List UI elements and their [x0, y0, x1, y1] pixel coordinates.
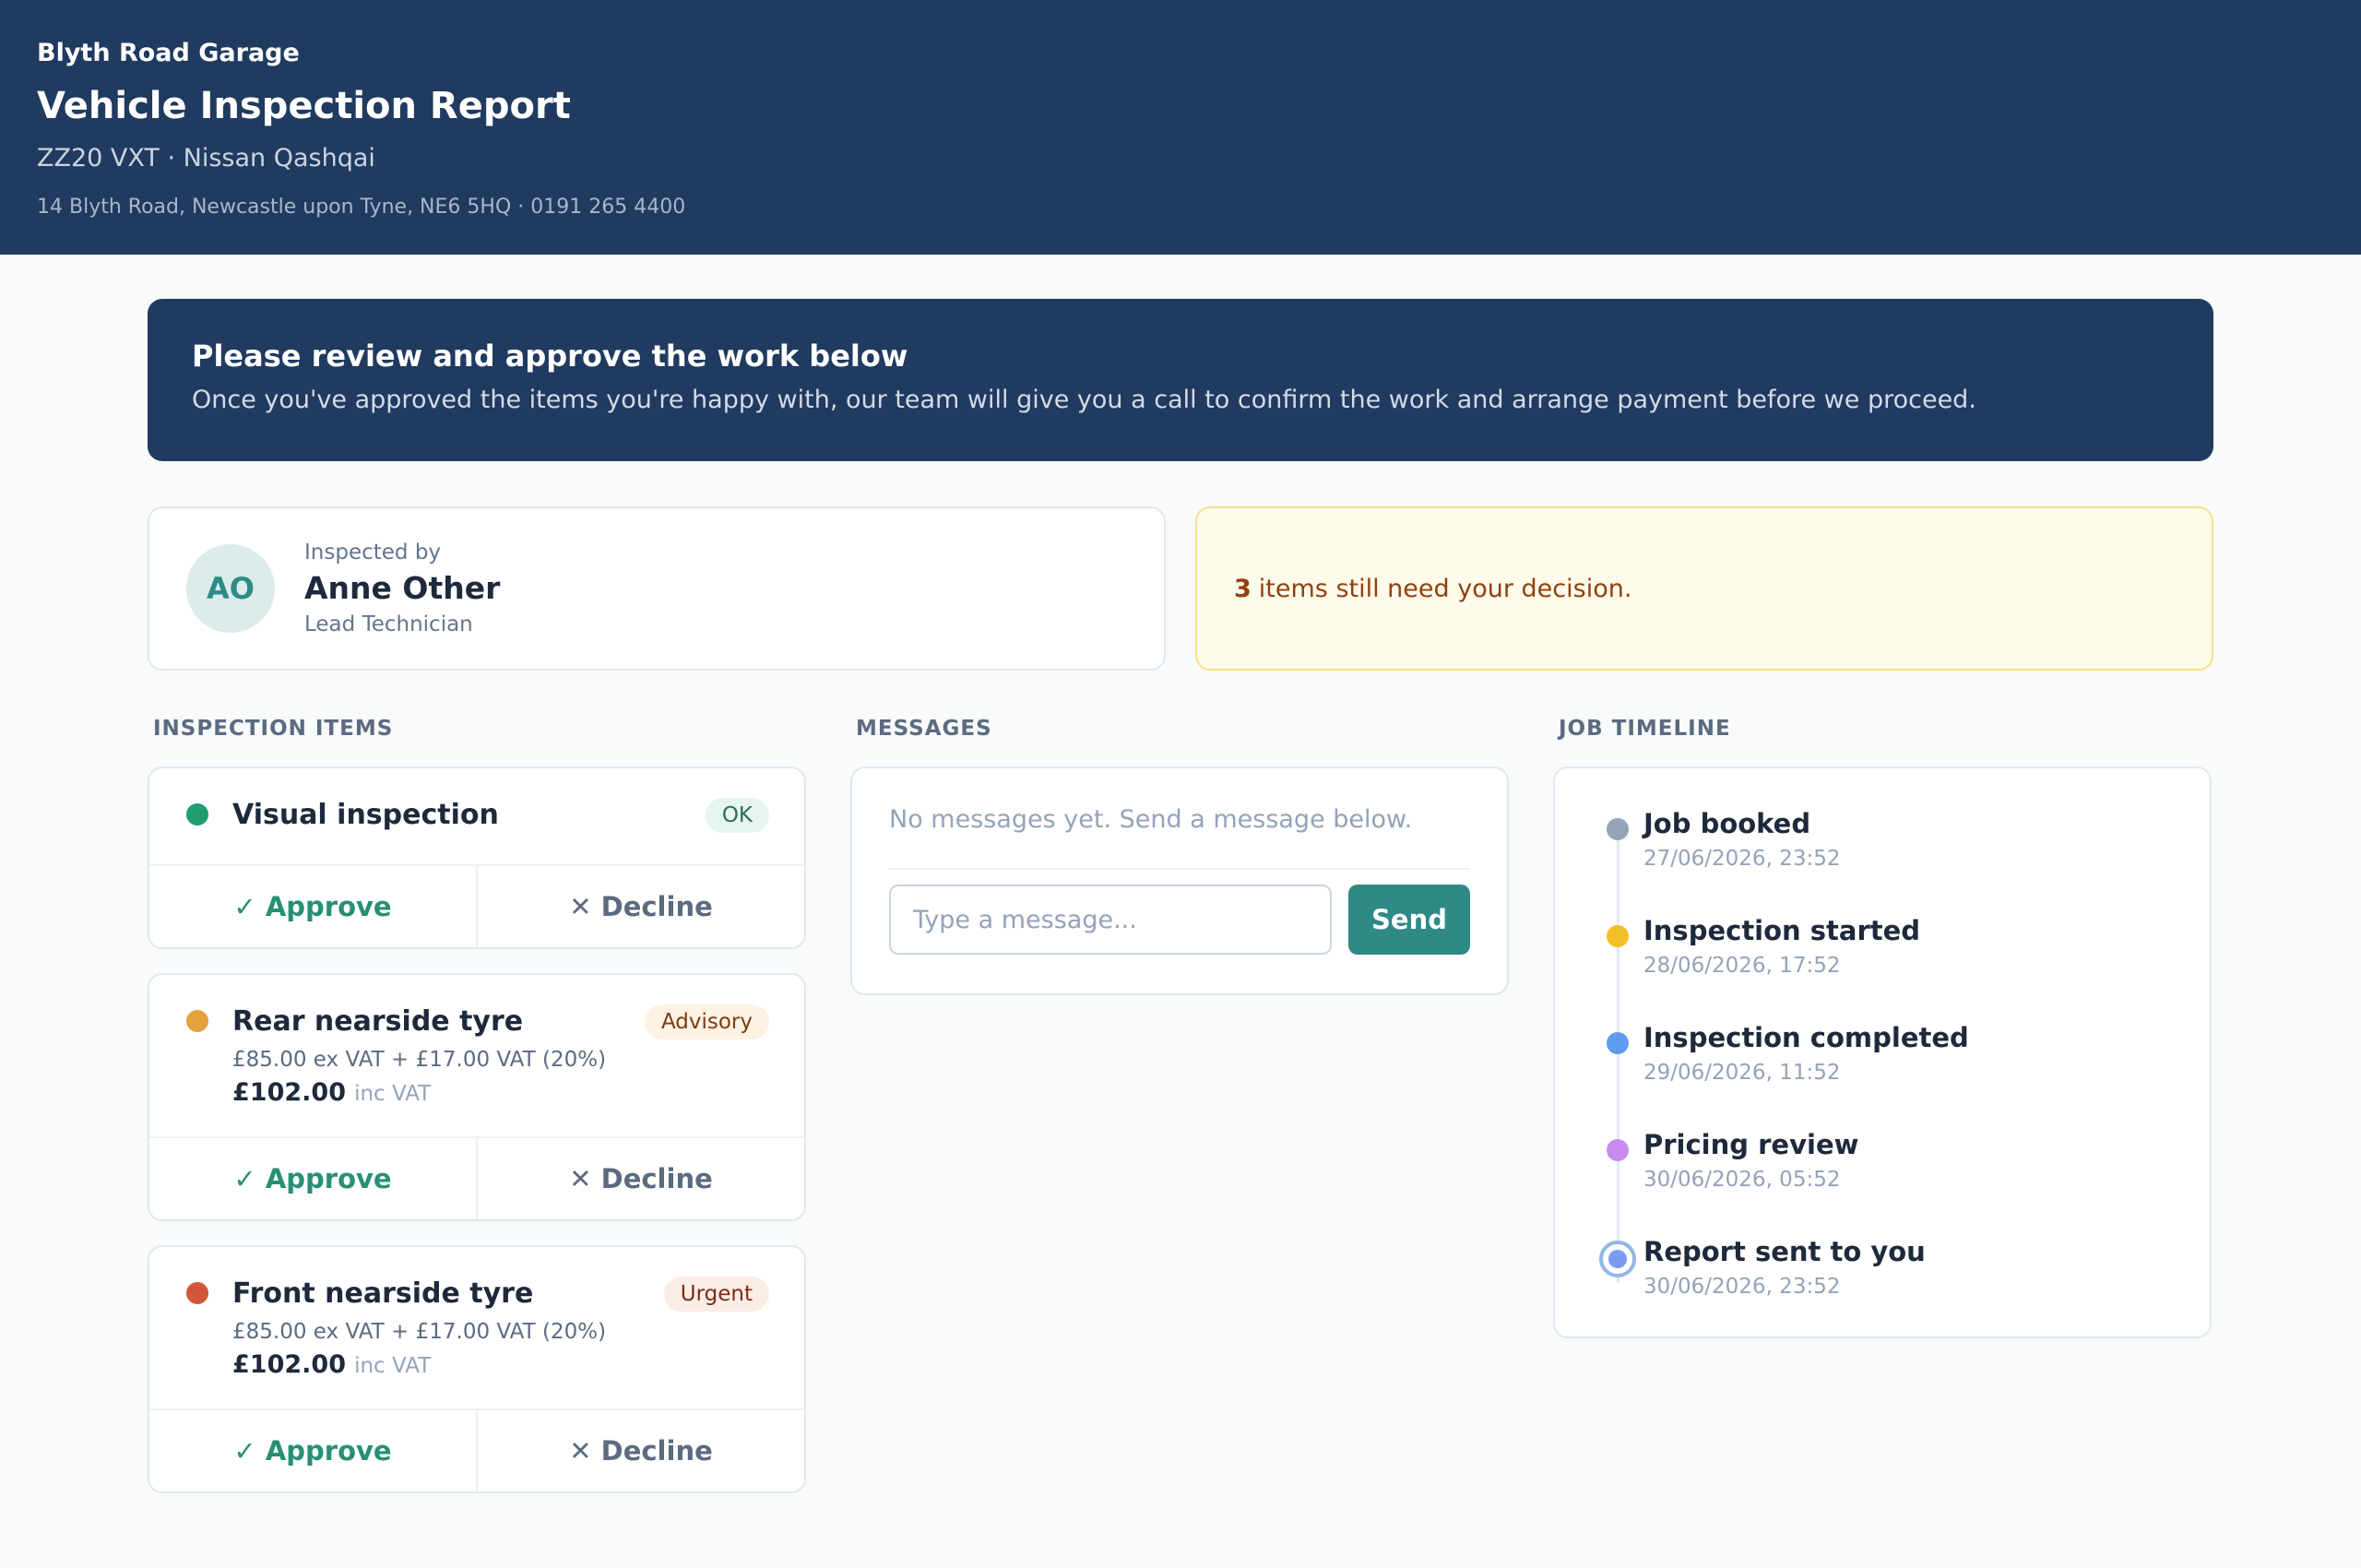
price-suffix: inc VAT: [354, 1082, 432, 1106]
status-dot: [186, 1010, 208, 1032]
timeline-event: Pricing review 30/06/2026, 05:52: [1592, 1126, 2173, 1233]
timeline-dot: [1607, 818, 1629, 840]
summary-row: AO Inspected by Anne Other Lead Technici…: [148, 506, 2213, 671]
price-breakdown: £85.00 ex VAT + £17.00 VAT (20%): [232, 1048, 607, 1072]
empty-messages-text: No messages yet. Send a message below.: [889, 768, 1470, 870]
avatar: AO: [186, 544, 275, 633]
item-name: Visual inspection: [232, 798, 499, 831]
pending-text: items still need your decision.: [1258, 574, 1632, 603]
inspection-item: Rear nearside tyre Advisory £85.00 ex VA…: [148, 973, 806, 1221]
decline-button[interactable]: ✕ Decline: [478, 1138, 804, 1219]
timeline-dot: [1607, 925, 1629, 947]
timeline-event-time: 30/06/2026, 05:52: [1643, 1168, 1841, 1192]
timeline-event-time: 28/06/2026, 17:52: [1643, 954, 1841, 978]
approval-banner: Please review and approve the work below…: [148, 299, 2213, 461]
timeline-dot: [1607, 1032, 1629, 1054]
messages-section: MESSAGES No messages yet. Send a message…: [850, 715, 1509, 995]
pending-count: 3: [1234, 574, 1252, 603]
timeline-event-label: Inspection completed: [1643, 1022, 1969, 1053]
timeline-event-time: 27/06/2026, 23:52: [1643, 847, 1841, 871]
status-dot: [186, 803, 208, 826]
timeline-event-time: 29/06/2026, 11:52: [1643, 1061, 1841, 1085]
inspector-role: Lead Technician: [304, 612, 473, 636]
price-suffix: inc VAT: [354, 1354, 432, 1378]
item-name: Rear nearside tyre: [232, 1004, 524, 1038]
timeline-event: Inspection completed 29/06/2026, 11:52: [1592, 1019, 2173, 1126]
garage-address: 14 Blyth Road, Newcastle upon Tyne, NE6 …: [37, 196, 686, 219]
price-amount: £102.00: [232, 1078, 346, 1107]
timeline-current-dot: [1599, 1241, 1636, 1277]
banner-title: Please review and approve the work below: [192, 339, 908, 374]
timeline-event-label: Pricing review: [1643, 1129, 1859, 1160]
status-badge: Urgent: [663, 1277, 769, 1312]
report-header: Blyth Road Garage Vehicle Inspection Rep…: [0, 0, 2361, 255]
price-total: £102.00 inc VAT: [232, 1347, 767, 1386]
page-title: Vehicle Inspection Report: [37, 85, 571, 127]
pending-decisions-notice: 3 items still need your decision.: [1195, 506, 2213, 671]
timeline-event-label: Report sent to you: [1643, 1236, 1926, 1267]
status-badge: OK: [705, 798, 769, 833]
message-compose: Send: [889, 885, 1470, 955]
job-timeline-heading: JOB TIMELINE: [1559, 717, 1731, 741]
garage-name: Blyth Road Garage: [37, 39, 300, 67]
timeline-event: Job booked 27/06/2026, 23:52: [1592, 805, 2173, 912]
message-input[interactable]: [889, 885, 1332, 955]
content-columns: INSPECTION ITEMS Visual inspection OK ✓ …: [148, 715, 2213, 1517]
approve-button[interactable]: ✓ Approve: [149, 1410, 478, 1491]
timeline-event: Inspection started 28/06/2026, 17:52: [1592, 912, 2173, 1019]
messages-card: No messages yet. Send a message below. S…: [850, 766, 1509, 995]
inspected-by-label: Inspected by: [304, 540, 442, 564]
inspection-items-heading: INSPECTION ITEMS: [153, 717, 394, 741]
status-dot: [186, 1282, 208, 1304]
approve-button[interactable]: ✓ Approve: [149, 866, 478, 947]
price-amount: £102.00: [232, 1350, 346, 1379]
vehicle-info: ZZ20 VXT · Nissan Qashqai: [37, 144, 375, 172]
timeline-card: Job booked 27/06/2026, 23:52 Inspection …: [1553, 766, 2212, 1338]
banner-text: Once you've approved the items you're ha…: [192, 386, 1976, 414]
inspection-item: Front nearside tyre Urgent £85.00 ex VAT…: [148, 1245, 806, 1493]
decline-button[interactable]: ✕ Decline: [478, 866, 804, 947]
inspection-item: Visual inspection OK ✓ Approve ✕ Decline: [148, 766, 806, 949]
inspector-name: Anne Other: [304, 570, 501, 606]
item-name: Front nearside tyre: [232, 1277, 534, 1310]
price-total: £102.00 inc VAT: [232, 1075, 767, 1114]
decline-button[interactable]: ✕ Decline: [478, 1410, 804, 1491]
inspector-info: Inspected by Anne Other Lead Technician: [304, 539, 500, 638]
status-badge: Advisory: [644, 1004, 769, 1039]
inspector-card: AO Inspected by Anne Other Lead Technici…: [148, 506, 1166, 671]
job-timeline-section: JOB TIMELINE Job booked 27/06/2026, 23:5…: [1553, 715, 2212, 1338]
approve-button[interactable]: ✓ Approve: [149, 1138, 478, 1219]
messages-heading: MESSAGES: [856, 717, 992, 741]
price-breakdown: £85.00 ex VAT + £17.00 VAT (20%): [232, 1320, 607, 1344]
send-button[interactable]: Send: [1348, 885, 1470, 955]
timeline-event: Report sent to you 30/06/2026, 23:52: [1592, 1233, 2173, 1340]
timeline-dot: [1607, 1139, 1629, 1161]
inspection-items-section: INSPECTION ITEMS Visual inspection OK ✓ …: [148, 715, 806, 1517]
timeline-event-label: Job booked: [1643, 808, 1811, 839]
timeline-event-time: 30/06/2026, 23:52: [1643, 1275, 1841, 1299]
timeline-event-label: Inspection started: [1643, 915, 1921, 946]
main-content: Please review and approve the work below…: [148, 299, 2213, 1517]
